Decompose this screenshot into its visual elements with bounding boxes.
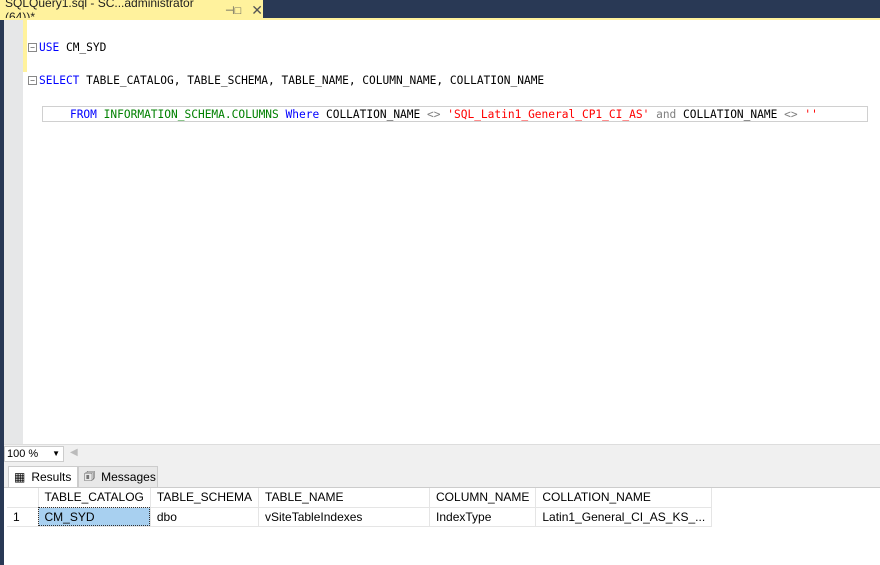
results-grid[interactable]: TABLE_CATALOG TABLE_SCHEMA TABLE_NAME CO… xyxy=(4,487,880,565)
system-view: INFORMATION_SCHEMA.COLUMNS xyxy=(103,107,279,121)
table-row[interactable]: 1 CM_SYD dbo vSiteTableIndexes IndexType… xyxy=(7,507,713,527)
zoom-select[interactable]: 100 % ▼ xyxy=(4,446,64,462)
keyword: USE xyxy=(39,40,60,54)
code-line-2: − SELECT TABLE_CATALOG, TABLE_SCHEMA, TAB… xyxy=(28,73,868,90)
operator: <> xyxy=(784,107,798,121)
tab-label: Messages xyxy=(101,470,156,484)
collapse-icon[interactable]: − xyxy=(28,43,37,52)
string-literal: 'SQL_Latin1_General_CP1_CI_AS' xyxy=(447,107,650,121)
column-header[interactable]: TABLE_SCHEMA xyxy=(150,488,260,508)
row-number-header[interactable] xyxy=(7,488,39,508)
code-area[interactable]: − USE CM_SYD − SELECT TABLE_CATALOG, TABLE… xyxy=(28,23,868,156)
cell[interactable]: CM_SYD xyxy=(38,507,151,527)
cell[interactable]: IndexType xyxy=(429,507,537,527)
column-header[interactable]: TABLE_CATALOG xyxy=(38,488,151,508)
tab-sqlquery1[interactable]: SQLQuery1.sql - SC...administrator (64))… xyxy=(0,0,263,24)
tab-messages[interactable]: 🗊 Messages xyxy=(78,466,158,487)
change-marker xyxy=(23,20,27,72)
keyword: Where xyxy=(285,107,320,121)
code-line-3: FROM INFORMATION_SCHEMA.COLUMNS Where CO… xyxy=(28,105,868,124)
operator: <> xyxy=(427,107,441,121)
column-header[interactable]: COLUMN_NAME xyxy=(429,488,537,508)
column-header[interactable]: TABLE_NAME xyxy=(258,488,431,508)
operator: and xyxy=(656,107,677,121)
zoom-bar: 100 % ▼ ◀ xyxy=(4,444,880,462)
column-header[interactable]: COLLATION_NAME xyxy=(535,488,713,508)
close-icon[interactable]: ✕ xyxy=(251,2,263,19)
zoom-value: 100 % xyxy=(7,448,39,460)
messages-icon: 🗊 xyxy=(84,468,96,483)
results-tab-bar: ▦ Results 🗊 Messages xyxy=(4,462,880,487)
row-number[interactable]: 1 xyxy=(7,507,39,527)
keyword: FROM xyxy=(69,107,97,121)
collapse-icon[interactable]: − xyxy=(28,76,37,85)
editor-gutter xyxy=(4,20,23,444)
code-line-1: − USE CM_SYD xyxy=(28,40,868,57)
tab-label: Results xyxy=(31,470,72,484)
header-row: TABLE_CATALOG TABLE_SCHEMA TABLE_NAME CO… xyxy=(7,488,713,508)
scroll-left-icon[interactable]: ◀ xyxy=(70,447,78,458)
query-editor[interactable]: − USE CM_SYD − SELECT TABLE_CATALOG, TABLE… xyxy=(4,20,880,444)
string-literal: '' xyxy=(804,107,818,121)
chevron-down-icon: ▼ xyxy=(52,449,60,458)
code-text: COLLATION_NAME xyxy=(325,107,421,121)
code-text: COLLATION_NAME xyxy=(683,107,778,121)
cell[interactable]: vSiteTableIndexes xyxy=(258,507,431,527)
pin-icon[interactable]: ⊣□ xyxy=(225,4,241,17)
cell[interactable]: dbo xyxy=(150,507,260,527)
cell[interactable]: Latin1_General_CI_AS_KS_... xyxy=(535,507,713,527)
code-text: TABLE_CATALOG, TABLE_SCHEMA, TABLE_NAME,… xyxy=(79,73,545,87)
keyword: SELECT xyxy=(39,73,80,87)
grid-icon: ▦ xyxy=(14,470,26,484)
code-text: CM_SYD xyxy=(59,40,107,54)
tab-results[interactable]: ▦ Results xyxy=(8,466,78,487)
